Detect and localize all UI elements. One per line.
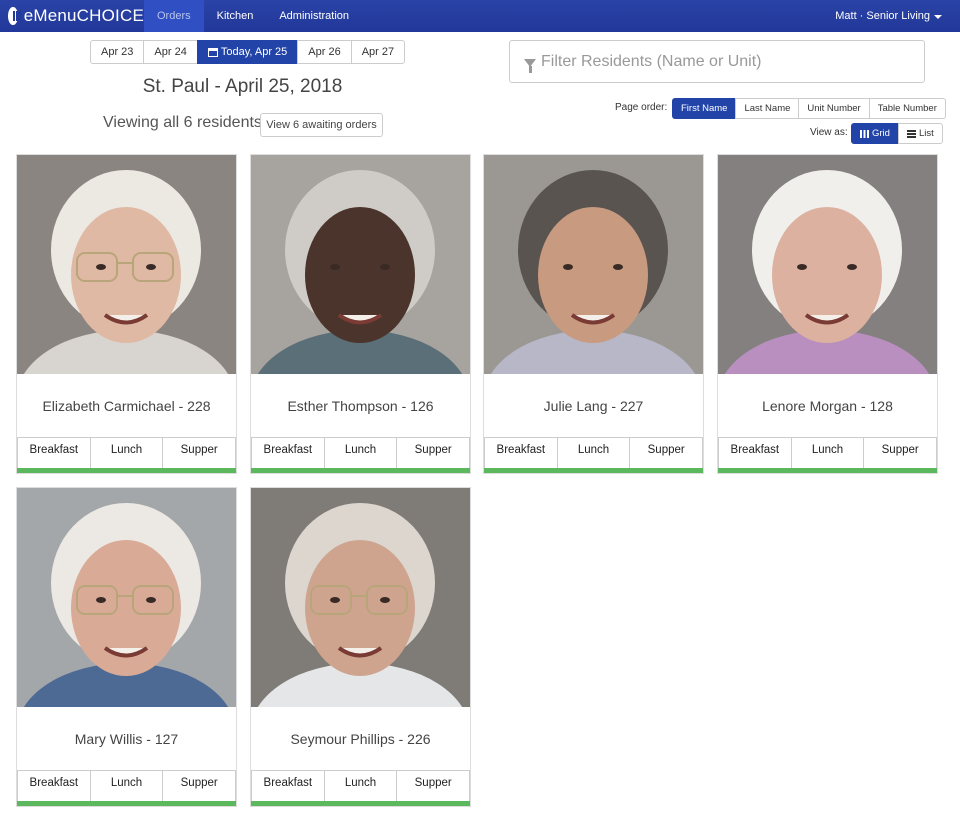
date-tab-apr27[interactable]: Apr 27 xyxy=(351,40,405,64)
order-first-name-button[interactable]: First Name xyxy=(672,98,736,119)
date-tab-apr24[interactable]: Apr 24 xyxy=(143,40,197,64)
resident-photo[interactable] xyxy=(251,488,470,707)
page-order-label: Page order: xyxy=(615,102,667,113)
date-tab-today[interactable]: Today, Apr 25 xyxy=(197,40,298,64)
resident-photo[interactable] xyxy=(484,155,703,374)
resident-photo[interactable] xyxy=(718,155,937,374)
supper-button[interactable]: Supper xyxy=(396,770,470,802)
view-as-label: View as: xyxy=(810,127,848,138)
breakfast-button[interactable]: Breakfast xyxy=(718,437,792,469)
meal-buttons: BreakfastLunchSupper xyxy=(17,770,236,802)
filter-residents-input[interactable]: Filter Residents (Name or Unit) xyxy=(509,40,925,83)
page-title: St. Paul - April 25, 2018 xyxy=(90,76,395,98)
breakfast-button[interactable]: Breakfast xyxy=(251,770,325,802)
meal-buttons: BreakfastLunchSupper xyxy=(251,437,470,469)
user-menu-label: Matt · Senior Living xyxy=(835,10,930,22)
lunch-button[interactable]: Lunch xyxy=(90,437,164,469)
order-table-number-button[interactable]: Table Number xyxy=(869,98,946,119)
order-status-bar xyxy=(251,801,470,806)
order-status-bar xyxy=(484,468,703,473)
nav-kitchen[interactable]: Kitchen xyxy=(204,0,267,32)
filter-icon xyxy=(524,59,536,67)
resident-photo[interactable] xyxy=(17,155,236,374)
resident-card[interactable]: Esther Thompson - 126 BreakfastLunchSupp… xyxy=(250,154,471,474)
brand-name: eMenuCHOICE xyxy=(24,6,144,26)
resident-name[interactable]: Seymour Phillips - 226 xyxy=(251,708,470,770)
resident-name[interactable]: Lenore Morgan - 128 xyxy=(718,375,937,437)
breakfast-button[interactable]: Breakfast xyxy=(17,770,91,802)
lunch-button[interactable]: Lunch xyxy=(324,437,398,469)
date-tab-apr23[interactable]: Apr 23 xyxy=(90,40,144,64)
view-awaiting-orders-button[interactable]: View 6 awaiting orders xyxy=(260,113,383,137)
supper-button[interactable]: Supper xyxy=(162,437,236,469)
resident-name[interactable]: Julie Lang - 227 xyxy=(484,375,703,437)
list-icon xyxy=(907,130,916,138)
order-unit-number-button[interactable]: Unit Number xyxy=(798,98,869,119)
page-order-toggle: First Name Last Name Unit Number Table N… xyxy=(672,98,946,119)
meal-buttons: BreakfastLunchSupper xyxy=(484,437,703,469)
resident-card[interactable]: Seymour Phillips - 226 BreakfastLunchSup… xyxy=(250,487,471,807)
resident-card[interactable]: Lenore Morgan - 128 BreakfastLunchSupper xyxy=(717,154,938,474)
resident-card[interactable]: Elizabeth Carmichael - 228 BreakfastLunc… xyxy=(16,154,237,474)
resident-photo[interactable] xyxy=(17,488,236,707)
supper-button[interactable]: Supper xyxy=(396,437,470,469)
resident-name[interactable]: Mary Willis - 127 xyxy=(17,708,236,770)
breakfast-button[interactable]: Breakfast xyxy=(484,437,558,469)
order-status-bar xyxy=(251,468,470,473)
breakfast-button[interactable]: Breakfast xyxy=(251,437,325,469)
view-grid-label: Grid xyxy=(872,128,890,139)
nav-administration[interactable]: Administration xyxy=(266,0,362,32)
supper-button[interactable]: Supper xyxy=(863,437,937,469)
utensils-logo-icon xyxy=(8,7,18,25)
supper-button[interactable]: Supper xyxy=(162,770,236,802)
view-list-label: List xyxy=(919,128,934,139)
view-list-button[interactable]: List xyxy=(898,123,943,144)
meal-buttons: BreakfastLunchSupper xyxy=(17,437,236,469)
resident-photo[interactable] xyxy=(251,155,470,374)
grid-icon xyxy=(860,130,869,138)
order-status-bar xyxy=(718,468,937,473)
lunch-button[interactable]: Lunch xyxy=(324,770,398,802)
order-last-name-button[interactable]: Last Name xyxy=(735,98,799,119)
resident-name[interactable]: Esther Thompson - 126 xyxy=(251,375,470,437)
resident-name[interactable]: Elizabeth Carmichael - 228 xyxy=(17,375,236,437)
calendar-icon xyxy=(208,48,218,57)
top-navbar: eMenuCHOICE Orders Kitchen Administratio… xyxy=(0,0,960,32)
date-tab-apr26[interactable]: Apr 26 xyxy=(297,40,351,64)
supper-button[interactable]: Supper xyxy=(629,437,703,469)
order-status-bar xyxy=(17,468,236,473)
breakfast-button[interactable]: Breakfast xyxy=(17,437,91,469)
caret-down-icon xyxy=(934,15,942,19)
lunch-button[interactable]: Lunch xyxy=(791,437,865,469)
order-status-bar xyxy=(17,801,236,806)
filter-placeholder: Filter Residents (Name or Unit) xyxy=(541,53,762,71)
lunch-button[interactable]: Lunch xyxy=(90,770,164,802)
user-menu[interactable]: Matt · Senior Living xyxy=(835,10,960,22)
meal-buttons: BreakfastLunchSupper xyxy=(251,770,470,802)
view-as-toggle: Grid List xyxy=(851,123,943,144)
resident-card[interactable]: Julie Lang - 227 BreakfastLunchSupper xyxy=(483,154,704,474)
lunch-button[interactable]: Lunch xyxy=(557,437,631,469)
date-tab-today-label: Today, Apr 25 xyxy=(221,46,287,58)
view-grid-button[interactable]: Grid xyxy=(851,123,899,144)
date-selector: Apr 23 Apr 24 Today, Apr 25 Apr 26 Apr 2… xyxy=(90,40,405,64)
nav-orders[interactable]: Orders xyxy=(144,0,204,32)
resident-card[interactable]: Mary Willis - 127 BreakfastLunchSupper xyxy=(16,487,237,807)
brand-logo-link[interactable]: eMenuCHOICE xyxy=(0,0,144,32)
viewing-count-text: Viewing all 6 residents xyxy=(103,114,262,132)
meal-buttons: BreakfastLunchSupper xyxy=(718,437,937,469)
